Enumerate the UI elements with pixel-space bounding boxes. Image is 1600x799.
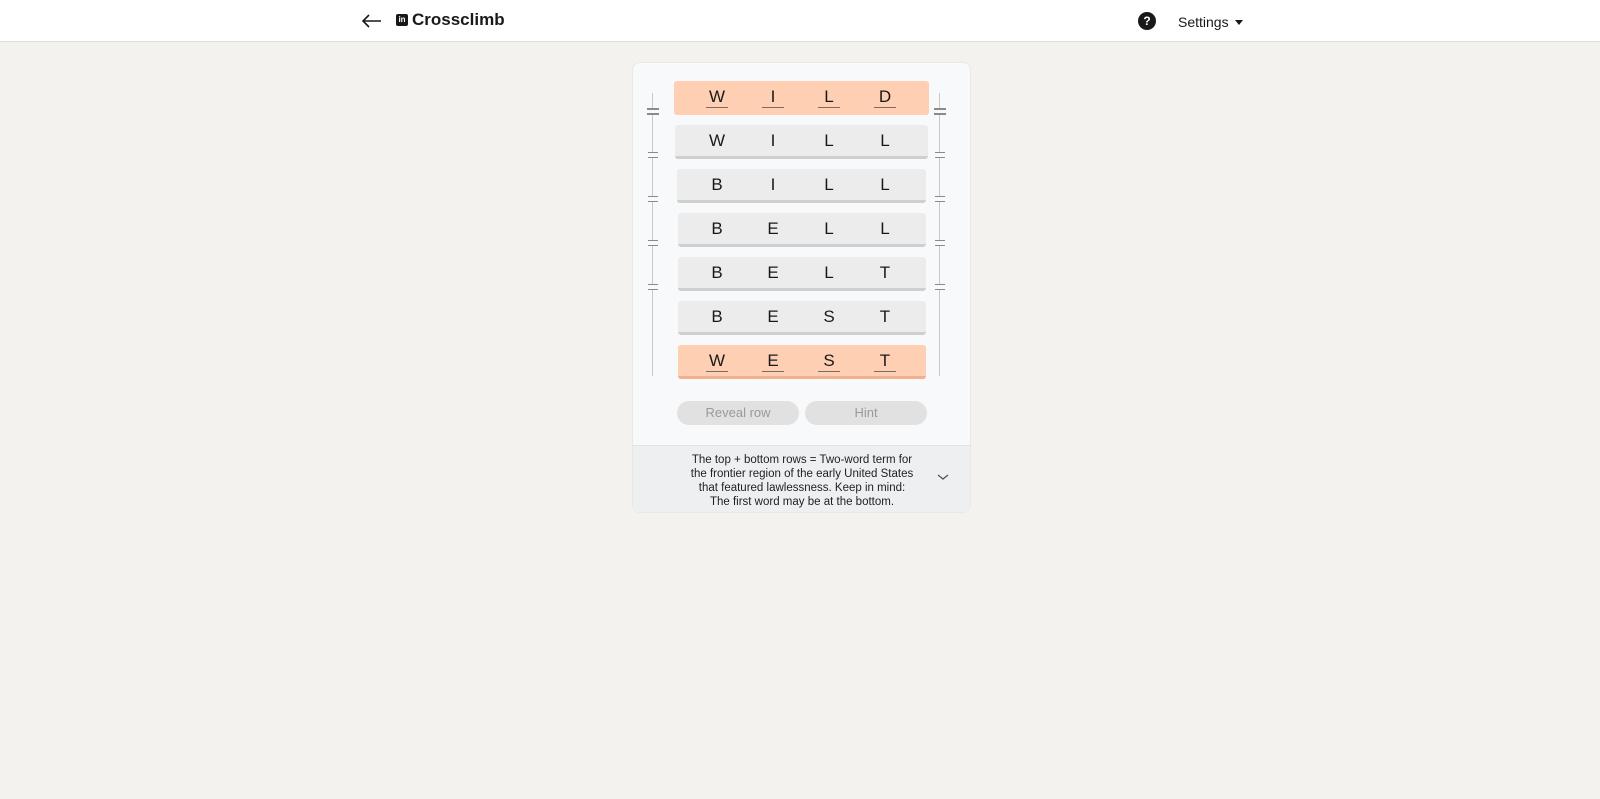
equals-marker-icon	[935, 240, 945, 246]
settings-dropdown[interactable]: Settings	[1178, 14, 1243, 30]
settings-label: Settings	[1178, 14, 1229, 30]
letter-cell: B	[711, 219, 723, 238]
reveal-row-button[interactable]: Reveal row	[677, 401, 799, 425]
letter-cell: I	[770, 131, 776, 150]
letter-cell[interactable]: T	[874, 351, 896, 372]
letter-cell: L	[824, 175, 834, 194]
question-circle-icon[interactable]: ?	[1138, 12, 1156, 30]
letter-cell[interactable]: D	[874, 87, 896, 108]
letter-cell: L	[880, 131, 890, 150]
word-row[interactable]: BELL	[678, 213, 926, 247]
top-bar: in Crossclimb ? Settings	[0, 0, 1600, 42]
letter-cell: E	[767, 219, 779, 238]
letter-cell: B	[711, 175, 723, 194]
chevron-down-icon[interactable]	[936, 470, 950, 484]
rail-line	[652, 93, 653, 376]
letter-cell[interactable]: L	[818, 87, 840, 108]
equals-marker-icon	[935, 284, 945, 290]
equals-marker-icon	[648, 196, 658, 202]
equals-marker-icon	[935, 196, 945, 202]
letter-cell[interactable]: S	[818, 351, 840, 372]
letter-cell: L	[824, 263, 834, 282]
equals-marker-icon	[935, 152, 945, 158]
right-drag-rail	[934, 93, 946, 376]
letter-cell[interactable]: E	[762, 351, 784, 372]
letter-cell: E	[767, 263, 779, 282]
caret-down-icon	[1234, 19, 1243, 25]
locked-word-row: WILD	[674, 81, 929, 115]
letter-cell: T	[879, 307, 891, 326]
word-row[interactable]: WILL	[675, 125, 928, 159]
letter-cell[interactable]: W	[706, 351, 728, 372]
letter-cell[interactable]: I	[762, 87, 784, 108]
equals-marker-icon	[648, 152, 658, 158]
letter-cell: W	[708, 131, 726, 150]
page-title: Crossclimb	[412, 10, 505, 29]
letter-cell: B	[711, 307, 723, 326]
letter-cell: I	[770, 175, 776, 194]
rail-line	[939, 93, 940, 376]
hint-button[interactable]: Hint	[805, 401, 927, 425]
arrow-left-icon	[362, 14, 381, 28]
game-card: WILDWILLBILLBELLBELTBESTWEST Reveal row …	[632, 62, 971, 513]
word-row[interactable]: BEST	[678, 301, 926, 335]
equals-marker-icon	[934, 108, 946, 115]
letter-cell: L	[824, 219, 834, 238]
linkedin-logo-icon: in	[396, 14, 408, 26]
equals-marker-icon	[648, 284, 658, 290]
letter-cell: L	[880, 175, 890, 194]
letter-cell: L	[880, 219, 890, 238]
letter-cell[interactable]: W	[706, 87, 728, 108]
letter-cell: B	[711, 263, 723, 282]
locked-word-row: WEST	[678, 345, 926, 379]
left-drag-rail	[647, 93, 659, 376]
word-row[interactable]: BELT	[678, 257, 926, 291]
letter-cell: L	[824, 131, 834, 150]
letter-cell: S	[823, 307, 835, 326]
back-button[interactable]	[360, 9, 384, 33]
clue-panel: The top + bottom rows = Two-word term fo…	[633, 445, 970, 512]
word-row[interactable]: BILL	[677, 169, 926, 203]
clue-text: The top + bottom rows = Two-word term fo…	[690, 454, 914, 508]
equals-marker-icon	[648, 240, 658, 246]
equals-marker-icon	[647, 108, 659, 115]
letter-cell: T	[879, 263, 891, 282]
letter-cell: E	[767, 307, 779, 326]
